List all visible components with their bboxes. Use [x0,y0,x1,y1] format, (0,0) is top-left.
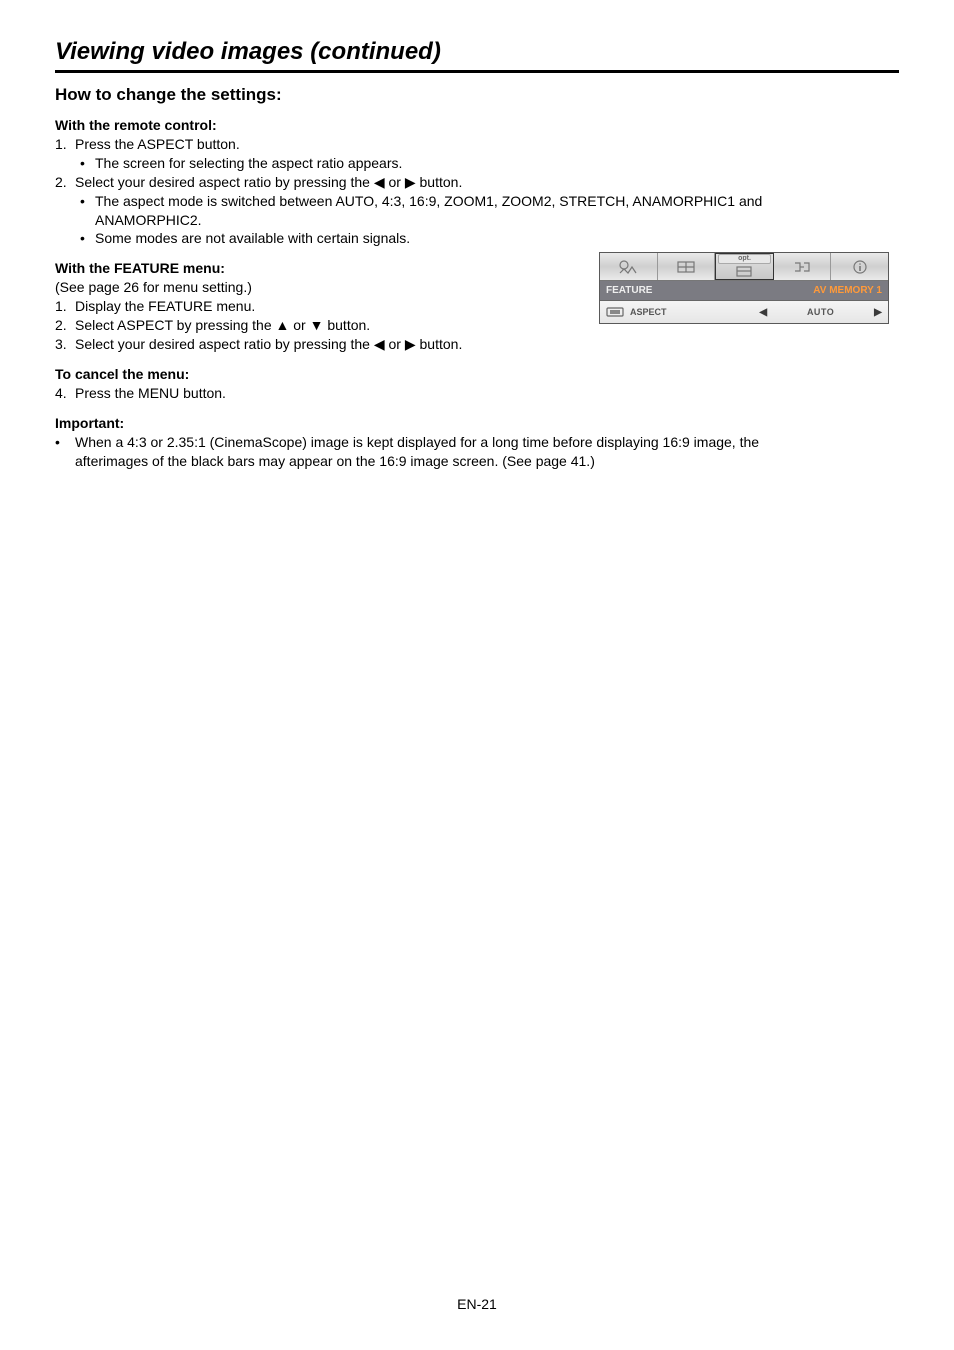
osd-left-arrow-icon: ◀ [753,307,773,318]
info-tab-icon [850,259,870,275]
osd-header: FEATURE AV MEMORY 1 [600,281,888,301]
cancel-step-4-text: Press the MENU button. [75,385,226,401]
feature-step-3-mid: or [385,336,405,352]
remote-step-2-mid: or [385,174,405,190]
signal-tab-icon [792,259,812,275]
remote-step-1-bullet: The screen for selecting the aspect rati… [55,154,899,173]
title-rule [55,70,899,73]
osd-memory-label: AV MEMORY 1 [813,285,882,296]
osd-tab-bar: opt. [600,253,888,281]
right-arrow-glyph: ▶ [405,174,416,190]
osd-row-aspect: ASPECT ◀ AUTO ▶ [600,301,888,323]
remote-step-2-bullet-2: Some modes are not available with certai… [55,229,899,248]
right-arrow-glyph: ▶ [405,336,416,352]
remote-step-1-text: Press the ASPECT button. [75,136,240,152]
important-heading: Important: [55,415,899,431]
section-heading: How to change the settings: [55,85,899,105]
osd-tab-2 [658,253,716,280]
feature-step-2: 2.Select ASPECT by pressing the ▲ or ▼ b… [55,316,589,335]
install-tab-icon [676,259,696,275]
feature-step-1: 1.Display the FEATURE menu. [55,297,589,316]
remote-step-2: 2.Select your desired aspect ratio by pr… [55,173,899,192]
feature-step-3: 3.Select your desired aspect ratio by pr… [55,335,589,354]
remote-step-1: 1.Press the ASPECT button. [55,135,899,154]
feature-step-2-mid: or [289,317,309,333]
feature-step-2-pre: Select ASPECT by pressing the [75,317,276,333]
down-arrow-glyph: ▼ [310,317,324,333]
aspect-row-icon [600,306,630,318]
osd-tab-3: opt. [715,253,774,280]
osd-row-label: ASPECT [630,307,753,317]
remote-heading: With the remote control: [55,117,899,133]
osd-menu: opt. FEATURE AV MEMORY 1 [599,252,889,324]
page-footer: EN-21 [0,1296,954,1312]
important-bullet-a: When a 4:3 or 2.35:1 (CinemaScope) image… [55,433,899,452]
left-arrow-glyph: ◀ [374,336,385,352]
osd-feature-label: FEATURE [606,285,813,296]
image-tab-icon [618,259,638,275]
osd-right-arrow-icon: ▶ [868,307,888,318]
osd-opt-label: opt. [718,254,771,264]
feature-step-3-post: button. [416,336,463,352]
feature-step-3-pre: Select your desired aspect ratio by pres… [75,336,374,352]
remote-step-2-bullet-1a: The aspect mode is switched between AUTO… [55,192,899,211]
left-arrow-glyph: ◀ [374,174,385,190]
up-arrow-glyph: ▲ [276,317,290,333]
remote-step-2-bullet-1b: ANAMORPHIC2. [55,211,899,230]
cancel-heading: To cancel the menu: [55,366,899,382]
feature-tab-icon [734,262,754,278]
remote-step-2-pre: Select your desired aspect ratio by pres… [75,174,374,190]
cancel-step-4: 4.Press the MENU button. [55,384,899,403]
feature-step-2-post: button. [323,317,370,333]
page-title: Viewing video images (continued) [55,38,899,66]
osd-tab-1 [600,253,658,280]
feature-step-1-text: Display the FEATURE menu. [75,298,255,314]
feature-heading: With the FEATURE menu: [55,260,589,276]
remote-step-2-post: button. [416,174,463,190]
feature-note: (See page 26 for menu setting.) [55,278,589,297]
important-bullet-b: afterimages of the black bars may appear… [55,452,899,471]
osd-row-value: AUTO [773,307,868,317]
osd-tab-4 [774,253,832,280]
osd-tab-5 [831,253,888,280]
